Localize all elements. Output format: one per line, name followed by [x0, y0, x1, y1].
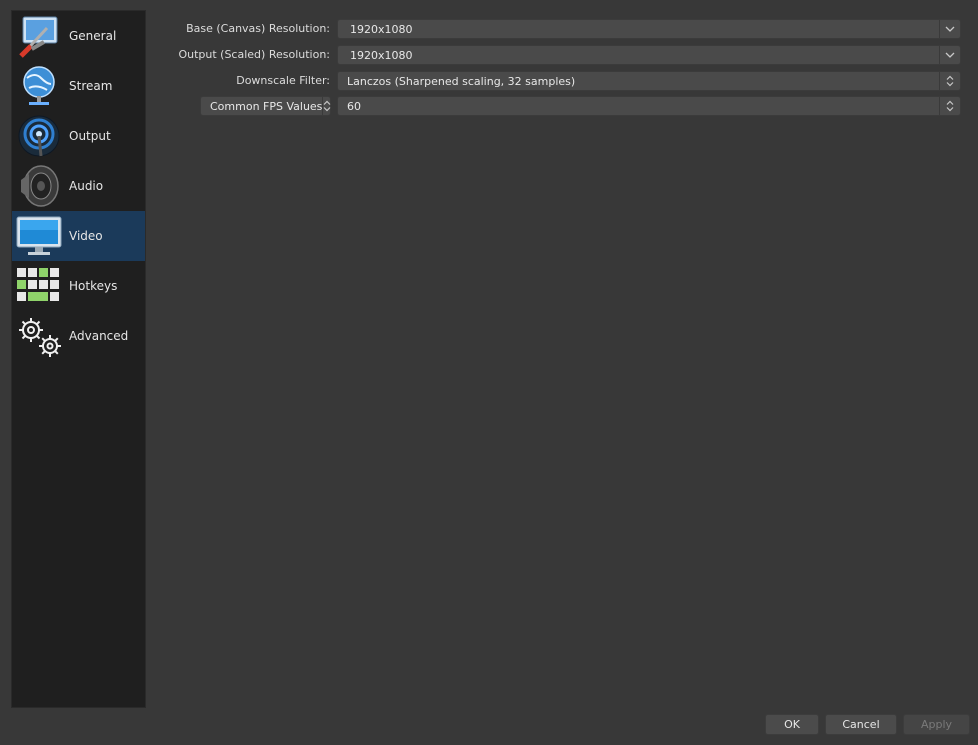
- apply-button[interactable]: Apply: [903, 714, 970, 735]
- sidebar-item-stream[interactable]: Stream: [12, 61, 145, 111]
- updown-arrows-icon: [939, 97, 960, 115]
- updown-arrows-icon: [939, 72, 960, 90]
- downscale-filter-label: Downscale Filter:: [236, 74, 330, 87]
- chevron-down-icon: [939, 46, 960, 64]
- downscale-filter-value: Lanczos (Sharpened scaling, 32 samples): [347, 74, 576, 88]
- sidebar-item-advanced[interactable]: Advanced: [12, 311, 145, 361]
- video-monitor-icon: [15, 212, 63, 260]
- sidebar-item-general[interactable]: General: [12, 11, 145, 61]
- output-broadcast-icon: [15, 112, 63, 160]
- chevron-down-icon: [939, 20, 960, 38]
- sidebar-item-output[interactable]: Output: [12, 111, 145, 161]
- base-resolution-combo[interactable]: 1920x1080: [337, 19, 961, 39]
- fps-value: 60: [347, 99, 361, 113]
- sidebar-item-label: Stream: [69, 79, 113, 93]
- output-resolution-combo[interactable]: 1920x1080: [337, 45, 961, 65]
- fps-type-combo[interactable]: Common FPS Values: [200, 96, 331, 116]
- sidebar-item-label: Audio: [69, 179, 104, 193]
- settings-sidebar: General Stream Output Audio Video Hotkey…: [11, 10, 146, 708]
- ok-button[interactable]: OK: [765, 714, 819, 735]
- fps-value-combo[interactable]: 60: [337, 96, 961, 116]
- audio-speaker-icon: [15, 162, 63, 210]
- fps-type-value: Common FPS Values: [210, 99, 323, 113]
- sidebar-item-label: Video: [69, 229, 103, 243]
- general-icon: [15, 12, 63, 60]
- sidebar-item-video[interactable]: Video: [12, 211, 145, 261]
- hotkeys-keyboard-icon: [15, 262, 63, 310]
- base-resolution-label: Base (Canvas) Resolution:: [186, 22, 330, 35]
- output-resolution-label: Output (Scaled) Resolution:: [178, 48, 330, 61]
- sidebar-item-hotkeys[interactable]: Hotkeys: [12, 261, 145, 311]
- cancel-button[interactable]: Cancel: [825, 714, 897, 735]
- stream-globe-icon: [15, 62, 63, 110]
- output-resolution-value: 1920x1080: [350, 48, 413, 62]
- base-resolution-value: 1920x1080: [350, 22, 413, 36]
- sidebar-item-audio[interactable]: Audio: [12, 161, 145, 211]
- advanced-gears-icon: [15, 312, 63, 360]
- sidebar-item-label: Hotkeys: [69, 279, 118, 293]
- sidebar-item-label: Advanced: [69, 329, 129, 343]
- sidebar-item-label: General: [69, 29, 117, 43]
- updown-arrows-icon: [322, 97, 331, 115]
- downscale-filter-combo[interactable]: Lanczos (Sharpened scaling, 32 samples): [337, 71, 961, 91]
- sidebar-item-label: Output: [69, 129, 111, 143]
